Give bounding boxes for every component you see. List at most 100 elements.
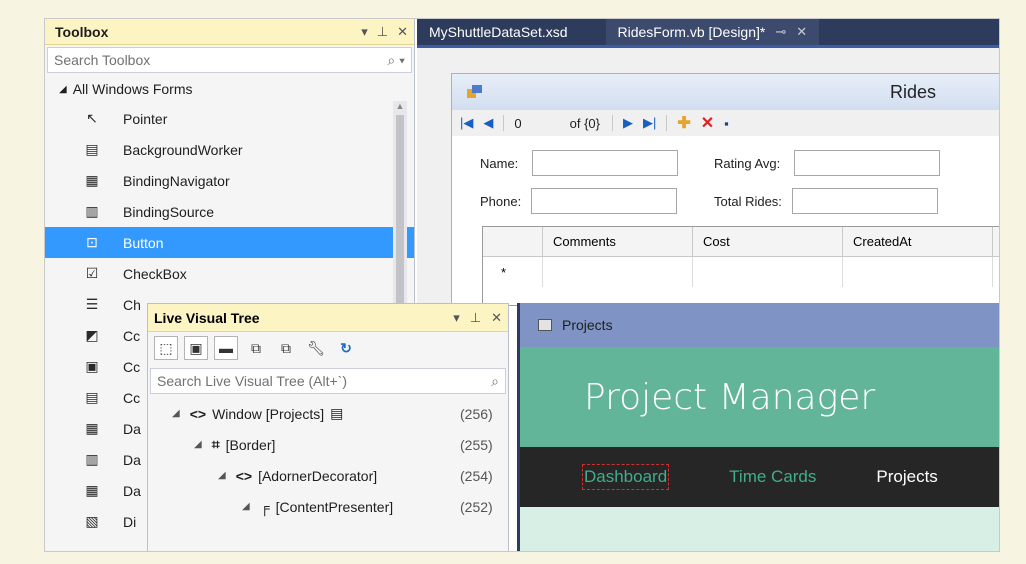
collapse-all-icon[interactable]: ⧉ — [274, 336, 298, 360]
datagrid-icon: ▦ — [85, 420, 99, 436]
collapse-icon[interactable]: ◢ — [242, 501, 250, 512]
tree-node[interactable]: ◢ <> Window [Projects] ▤ (256) — [148, 398, 508, 429]
grid-cell[interactable] — [543, 257, 693, 287]
tree-node[interactable]: ◢ ⌗ [Border] (255) — [148, 429, 508, 460]
live-visual-tree-search-input[interactable]: Search Live Visual Tree (Alt+`) ⌕ — [150, 368, 506, 394]
separator — [611, 115, 613, 131]
xaml-source-icon[interactable]: ▤ — [330, 405, 343, 422]
toolbox-item[interactable]: ▥ BindingSource — [45, 196, 414, 227]
rides-datagrid[interactable]: Comments Cost CreatedAt * — [482, 226, 999, 306]
directoryentry-icon: ▧ — [85, 513, 99, 529]
element-type-icon: ⌗ — [211, 436, 220, 452]
pin-icon[interactable]: ⊸ — [775, 24, 786, 40]
total-rides-textbox[interactable] — [791, 188, 938, 214]
pin-icon[interactable]: ⊥ — [377, 24, 388, 40]
toolbox-item-label: Cc — [123, 327, 141, 344]
toolbox-category-label: All Windows Forms — [72, 81, 193, 97]
move-previous-icon[interactable]: ◀ — [483, 115, 493, 131]
tab-label: MyShuttleDataSet.xsd — [429, 24, 568, 40]
close-icon[interactable]: ✕ — [796, 24, 807, 40]
table-row[interactable]: * — [483, 257, 999, 287]
scroll-up-icon[interactable]: ▲ — [393, 101, 407, 111]
nav-projects[interactable]: Projects — [876, 467, 937, 487]
display-layout-adorners-icon[interactable]: ▣ — [184, 336, 208, 360]
element-type-icon: ╒ — [259, 498, 270, 515]
search-icon: ⌕ ▾ — [387, 51, 405, 68]
pin-icon[interactable]: ⊥ — [470, 310, 481, 326]
form-title-bar: Rides — [452, 74, 999, 110]
close-icon[interactable]: ✕ — [491, 310, 502, 326]
app-nav-bar: Dashboard Time Cards Projects — [520, 447, 999, 507]
move-last-icon[interactable]: ▶| — [643, 115, 656, 131]
phone-textbox[interactable] — [531, 188, 678, 214]
delete-icon[interactable]: ✕ — [701, 113, 714, 133]
tree-node[interactable]: ◢ <> [AdornerDecorator] (254) — [148, 460, 508, 491]
collapse-icon: ◢ — [59, 83, 67, 95]
nav-time-cards[interactable]: Time Cards — [729, 467, 816, 487]
position-field[interactable]: 0 — [514, 116, 521, 131]
tree-node[interactable]: ◢ ╒ [ContentPresenter] (252) — [148, 491, 508, 522]
grid-cell[interactable] — [693, 257, 843, 287]
dropdown-icon[interactable]: ▾ — [453, 310, 460, 326]
grid-cell[interactable] — [843, 257, 993, 287]
tree-node-label: [AdornerDecorator] — [258, 467, 378, 484]
show-just-my-xaml-icon[interactable]: ⧉ — [244, 336, 268, 360]
datagrid-header: Comments Cost CreatedAt — [483, 227, 999, 257]
toolbox-item-label: BackgroundWorker — [123, 141, 243, 158]
live-tree-search-placeholder: Search Live Visual Tree (Alt+`) — [157, 373, 347, 389]
app-window-title: Projects — [562, 317, 613, 333]
column-header[interactable]: Cost — [693, 227, 843, 256]
name-label: Name: — [480, 155, 519, 171]
name-row: Name: — [480, 150, 679, 176]
tree-node-label: [ContentPresenter] — [275, 498, 394, 515]
tab-underline — [417, 45, 999, 48]
scrollbar-thumb[interactable] — [396, 115, 404, 315]
column-header[interactable]: Comments — [543, 227, 693, 256]
descendant-count: (254) — [460, 467, 493, 484]
tab-dataset-xsd[interactable]: MyShuttleDataSet.xsd — [417, 19, 580, 45]
toolbox-item-label: BindingNavigator — [123, 172, 230, 189]
toolbox-item[interactable]: ☑ CheckBox — [45, 258, 414, 289]
toolbox-search-placeholder: Search Toolbox — [54, 52, 151, 68]
live-visual-tree-toolbar: ⬚ ▣ ▬ ⧉ ⧉ 🔧︎ ↻ — [148, 332, 508, 364]
nav-dashboard[interactable]: Dashboard — [582, 464, 670, 490]
toolbox-title: Toolbox — [55, 23, 109, 40]
collapse-icon[interactable]: ◢ — [172, 408, 180, 419]
refresh-icon[interactable]: ↻ — [334, 336, 358, 360]
descendant-count: (252) — [460, 498, 493, 515]
app-banner-title: Project Manager — [584, 376, 876, 418]
dropdown-icon[interactable]: ▾ — [361, 24, 368, 40]
tab-rides-form[interactable]: RidesForm.vb [Design]* ⊸ ✕ — [605, 19, 820, 45]
rating-avg-textbox[interactable] — [794, 150, 941, 176]
live-visual-tree-list: ◢ <> Window [Projects] ▤ (256) ◢ ⌗ [Border] (255… — [148, 398, 508, 522]
add-new-icon[interactable]: ✚ — [677, 113, 690, 133]
toolbox-item[interactable]: ⊡ Button — [45, 227, 414, 258]
column-header[interactable]: CreatedAt — [843, 227, 993, 256]
form-title: Rides — [889, 81, 936, 102]
name-textbox[interactable] — [532, 150, 679, 176]
toolbox-search-input[interactable]: Search Toolbox ⌕ ▾ — [47, 47, 412, 73]
toolbox-item-label: Cc — [123, 358, 141, 375]
tree-node-label: [Border] — [225, 436, 276, 453]
collapse-icon[interactable]: ◢ — [218, 470, 226, 481]
close-icon[interactable]: ✕ — [397, 24, 408, 40]
toolbox-item[interactable]: ▦ BindingNavigator — [45, 165, 414, 196]
toolbox-item[interactable]: ▤ BackgroundWorker — [45, 134, 414, 165]
binding-navigator: |◀ ◀ 0 of {0} ▶ ▶| ✚ ✕ ▪ — [452, 110, 999, 136]
toolbox-item[interactable]: ↖ Pointer — [45, 103, 414, 134]
collapse-icon[interactable]: ◢ — [194, 439, 202, 450]
rating-avg-label: Rating Avg: — [714, 155, 781, 171]
select-element-icon[interactable]: ⬚ — [154, 336, 178, 360]
background-worker-icon: ▤ — [85, 141, 99, 157]
toolbox-item-label: BindingSource — [123, 203, 215, 220]
toolbox-item-label: Ch — [123, 296, 141, 313]
save-icon[interactable]: ▪ — [724, 116, 729, 131]
dataset-icon: ▥ — [85, 451, 99, 467]
toolbox-category[interactable]: ◢ All Windows Forms — [45, 75, 414, 103]
tree-node-label: Window [Projects] — [212, 405, 325, 422]
settings-wrench-icon[interactable]: 🔧︎ — [304, 336, 328, 360]
track-focused-element-icon[interactable]: ▬ — [214, 336, 238, 360]
move-first-icon[interactable]: |◀ — [460, 115, 473, 131]
move-next-icon[interactable]: ▶ — [623, 115, 633, 131]
toolbox-item-label: Cc — [123, 389, 141, 406]
